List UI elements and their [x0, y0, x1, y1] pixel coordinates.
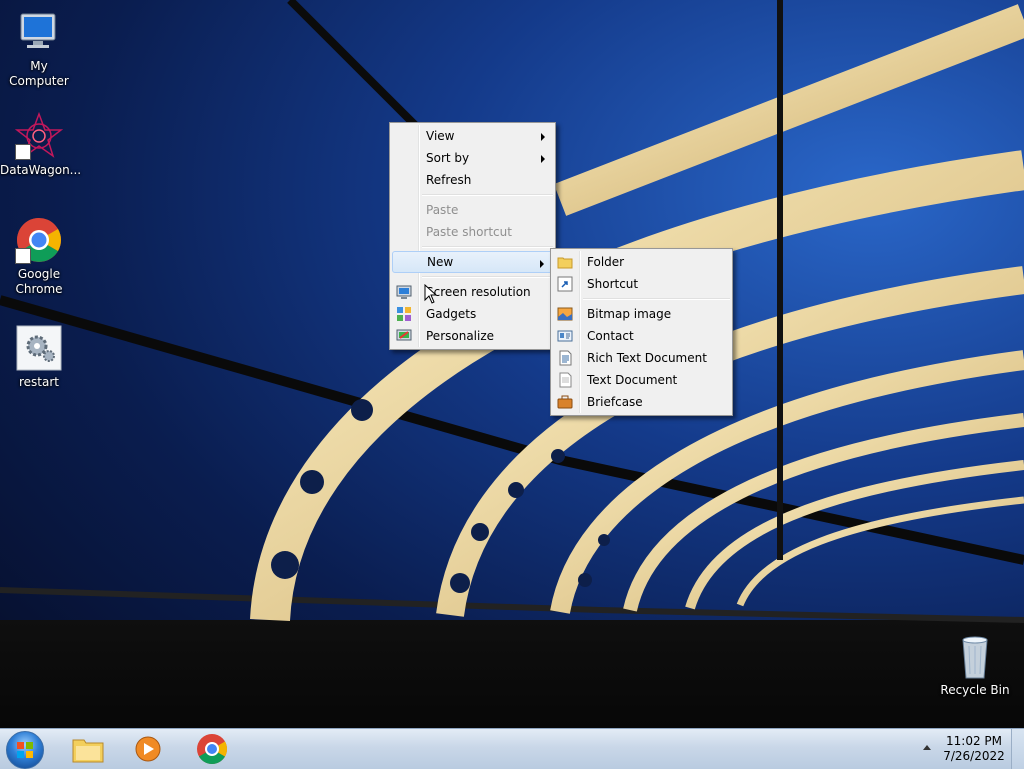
submenu-arrow-icon: [541, 155, 545, 163]
menu-separator: [422, 276, 553, 278]
menu-separator: [422, 246, 553, 248]
menu-item-label: Briefcase: [587, 395, 643, 409]
menu-separator: [583, 298, 730, 300]
system-clock[interactable]: 11:02 PM 7/26/2022: [940, 734, 1008, 764]
wallpaper-bridge: [0, 0, 1024, 623]
taskbar-file-explorer-button[interactable]: [64, 732, 112, 766]
rich-text-document-icon: [559, 350, 572, 366]
menu-item-label: Paste shortcut: [426, 225, 512, 239]
menu-separator: [422, 194, 553, 196]
desktop-icon-datawagon[interactable]: DataWagon...: [0, 111, 82, 178]
submenu-item-bitmap-image[interactable]: Bitmap image: [553, 303, 730, 325]
shortcut-arrow-icon: [15, 248, 31, 264]
menu-item-label: Text Document: [587, 373, 678, 387]
bitmap-image-icon: [557, 307, 573, 321]
show-hidden-icons-button[interactable]: [923, 745, 931, 750]
chrome-icon: [197, 734, 228, 765]
menu-item-label: New: [427, 255, 454, 269]
clock-date: 7/26/2022: [943, 749, 1005, 763]
menu-item-view[interactable]: View: [392, 125, 553, 147]
submenu-item-shortcut[interactable]: Shortcut: [553, 273, 730, 295]
menu-item-label: Shortcut: [587, 277, 639, 291]
shortcut-icon: [557, 276, 573, 292]
desktop-icon-google-chrome[interactable]: Google Chrome: [0, 216, 78, 297]
desktop-icon-my-computer[interactable]: My Computer: [0, 8, 78, 89]
menu-item-label: View: [426, 129, 455, 143]
file-explorer-icon: [72, 739, 104, 763]
submenu-item-briefcase[interactable]: Briefcase: [553, 391, 730, 413]
menu-item-label: Bitmap image: [587, 307, 672, 321]
contact-icon: [557, 330, 573, 342]
desktop-icon-label: restart: [18, 375, 59, 389]
clock-time: 11:02 PM: [946, 734, 1002, 748]
gear-icon: [15, 324, 63, 372]
gadgets-icon: [397, 307, 411, 321]
monitor-icon: [396, 285, 412, 299]
menu-item-label: Sort by: [426, 151, 470, 165]
submenu-item-text-document[interactable]: Text Document: [553, 369, 730, 391]
desktop-context-menu: View Sort by Refresh Paste Paste shortcu…: [389, 122, 556, 350]
taskbar-chrome-button[interactable]: [188, 732, 236, 766]
start-button[interactable]: [6, 731, 44, 769]
menu-item-paste[interactable]: Paste: [392, 199, 553, 221]
personalize-icon: [396, 329, 412, 341]
menu-item-label: Personalize: [426, 329, 495, 343]
new-submenu: Folder Shortcut Bitmap image Contact Ric…: [550, 248, 733, 416]
menu-item-personalize[interactable]: Personalize: [392, 325, 553, 347]
desktop-icon-label: DataWagon...: [0, 163, 82, 177]
text-document-icon: [559, 372, 572, 388]
desktop-icon-restart[interactable]: restart: [0, 324, 78, 390]
taskbar-media-player-button[interactable]: [124, 732, 172, 766]
windows-logo-icon: [17, 742, 33, 758]
mouse-cursor-icon: [424, 284, 438, 304]
menu-item-screen-resolution[interactable]: Screen resolution: [392, 281, 553, 303]
submenu-item-rich-text-document[interactable]: Rich Text Document: [553, 347, 730, 369]
menu-item-gadgets[interactable]: Gadgets: [392, 303, 553, 325]
desktop[interactable]: My Computer DataWagon... Google Chrome r…: [0, 0, 1024, 768]
desktop-icon-label: My Computer: [9, 59, 69, 88]
menu-item-label: Paste: [426, 203, 459, 217]
menu-item-label: Folder: [587, 255, 625, 269]
submenu-item-contact[interactable]: Contact: [553, 325, 730, 347]
menu-item-sort-by[interactable]: Sort by: [392, 147, 553, 169]
menu-item-new[interactable]: New: [392, 251, 553, 273]
menu-item-label: Refresh: [426, 173, 472, 187]
menu-item-refresh[interactable]: Refresh: [392, 169, 553, 191]
datawagon-icon: [14, 111, 64, 160]
taskbar: 11:02 PM 7/26/2022: [0, 728, 1024, 769]
media-player-icon: [135, 736, 161, 762]
computer-icon: [15, 8, 63, 56]
chrome-icon: [15, 216, 63, 264]
submenu-item-folder[interactable]: Folder: [553, 251, 730, 273]
desktop-icon-label: Recycle Bin: [940, 683, 1010, 697]
menu-item-label: Rich Text Document: [587, 351, 707, 365]
shortcut-arrow-icon: [15, 144, 31, 160]
submenu-arrow-icon: [541, 133, 545, 141]
submenu-arrow-icon: [540, 260, 544, 268]
desktop-icon-label: Google Chrome: [15, 267, 63, 296]
desktop-icon-recycle-bin[interactable]: Recycle Bin: [936, 632, 1014, 698]
menu-item-paste-shortcut[interactable]: Paste shortcut: [392, 221, 553, 243]
menu-item-label: Gadgets: [426, 307, 477, 321]
briefcase-icon: [557, 395, 573, 409]
show-desktop-button[interactable]: [1011, 729, 1024, 769]
menu-item-label: Screen resolution: [426, 285, 531, 299]
folder-icon: [557, 257, 573, 269]
menu-item-label: Contact: [587, 329, 634, 343]
recycle-bin-icon: [951, 632, 999, 680]
